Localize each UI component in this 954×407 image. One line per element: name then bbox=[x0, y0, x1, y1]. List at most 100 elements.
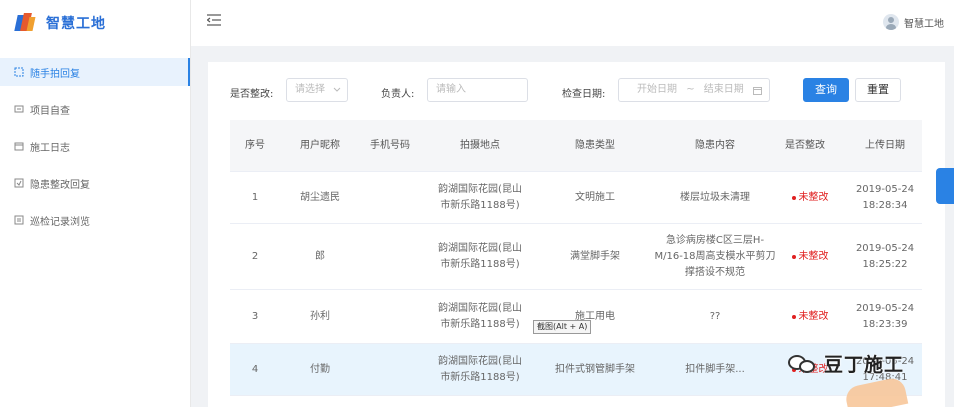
phone bbox=[370, 224, 410, 289]
chevron-down-icon bbox=[333, 87, 341, 92]
hazard-content: 楼层垃圾未清理 bbox=[680, 191, 750, 203]
location: 韵湖国际花园(昆山市新乐路1188号) bbox=[438, 183, 522, 211]
menu-fold-icon[interactable] bbox=[207, 14, 221, 26]
watermark-text: 豆丁施工 bbox=[824, 354, 905, 376]
date-range-picker[interactable]: 开始日期 ~ 结束日期 bbox=[618, 78, 770, 102]
search-button[interactable]: 查询 bbox=[803, 78, 849, 102]
photo-icon bbox=[14, 67, 24, 77]
date-end-placeholder: 结束日期 bbox=[703, 84, 744, 95]
phone bbox=[370, 290, 410, 343]
upload-date-day: 2019-05-24 bbox=[855, 302, 915, 314]
location: 韵湖国际花园(昆山市新乐路1188号) bbox=[438, 242, 522, 270]
avatar bbox=[883, 14, 899, 30]
status-dot-icon bbox=[791, 254, 796, 259]
column-header: 隐患类型 bbox=[575, 139, 615, 151]
hazard-type: 扣件式钢管脚手架 bbox=[555, 363, 635, 375]
hazard-type: 文明施工 bbox=[575, 191, 615, 203]
watermark: 豆丁施工 bbox=[788, 350, 904, 377]
inspect-icon bbox=[14, 105, 24, 113]
upload-date-time: 18:28:34 bbox=[862, 199, 908, 211]
hazard-content: 扣件脚手架... bbox=[685, 363, 745, 375]
sidebar-item-label: 巡检记录浏览 bbox=[30, 216, 90, 228]
upload-date: 2019-05-24 18:28:34 bbox=[845, 172, 925, 223]
column-header: 隐患内容 bbox=[695, 139, 735, 151]
column-header: 用户昵称 bbox=[300, 139, 340, 151]
upload-date: 2019-05-24 18:23:39 bbox=[845, 290, 925, 343]
sidebar-item-photo-reply[interactable]: 随手拍回复 bbox=[0, 58, 190, 86]
row-number: 4 bbox=[251, 363, 259, 375]
rectified-select-placeholder: 请选择 bbox=[295, 84, 325, 95]
date-filter-label: 检查日期: bbox=[562, 89, 606, 100]
column-header: 上传日期 bbox=[865, 139, 905, 151]
nickname: 孙利 bbox=[310, 310, 330, 322]
column-header: 手机号码 bbox=[370, 139, 410, 151]
sidebar-item-label: 项目自查 bbox=[30, 105, 70, 117]
status-text: 未整改 bbox=[798, 191, 829, 203]
column-header: 拍摄地点 bbox=[460, 139, 500, 151]
sidebar-item-patrol-records[interactable]: 巡检记录浏览 bbox=[0, 206, 190, 234]
sidebar-item-label: 随手拍回复 bbox=[30, 68, 80, 80]
hazard-type: 满堂脚手架 bbox=[570, 250, 620, 262]
nickname: 郎 bbox=[315, 250, 325, 262]
screenshot-tooltip: 截图(Alt + A) bbox=[533, 320, 592, 334]
user-menu[interactable]: 智慧工地 bbox=[883, 14, 944, 30]
calendar-icon bbox=[753, 87, 762, 95]
reset-button[interactable]: 重置 bbox=[855, 78, 901, 102]
upload-date-time: 18:23:39 bbox=[862, 318, 908, 330]
phone bbox=[370, 344, 410, 395]
column-header: 序号 bbox=[245, 139, 265, 151]
phone bbox=[370, 172, 410, 223]
location: 韵湖国际花园(昆山市新乐路1188号) bbox=[438, 355, 522, 383]
row-number: 1 bbox=[251, 191, 259, 203]
hazard-type: 施工用电 bbox=[575, 310, 615, 322]
upload-date-day: 2019-05-24 bbox=[855, 183, 915, 195]
row-number: 3 bbox=[251, 310, 259, 322]
status-badge: 未整改 bbox=[785, 290, 835, 343]
rectified-select[interactable]: 请选择 bbox=[286, 78, 348, 102]
sidebar-item-hazard-rectify[interactable]: 隐患整改回复 bbox=[0, 169, 190, 197]
rectified-filter-label: 是否整改: bbox=[230, 89, 274, 100]
upload-date-day: 2019-05-24 bbox=[855, 242, 915, 254]
calendar-icon bbox=[14, 142, 24, 151]
owner-filter-label: 负责人: bbox=[381, 89, 415, 100]
table-row[interactable]: 3 孙利 韵湖国际花园(昆山市新乐路1188号) 施工用电 ?? 未整改 201… bbox=[230, 290, 922, 344]
rectify-icon bbox=[14, 178, 24, 188]
logo-icon bbox=[14, 13, 36, 33]
user-name: 智慧工地 bbox=[904, 18, 944, 30]
sidebar: 智慧工地 随手拍回复 项目自查 施工日志 隐患整改回复 巡检记录浏览 bbox=[0, 0, 191, 407]
app-title: 智慧工地 bbox=[46, 16, 106, 32]
sidebar-item-construction-log[interactable]: 施工日志 bbox=[0, 132, 190, 160]
filter-bar: 是否整改: 请选择 负责人: 请输入 检查日期: 开始日期 ~ 结束日期 查询 … bbox=[208, 62, 945, 118]
row-number: 2 bbox=[251, 250, 259, 262]
location: 韵湖国际花园(昆山市新乐路1188号) bbox=[438, 302, 522, 330]
date-separator: ~ bbox=[686, 84, 695, 95]
status-dot-icon bbox=[791, 314, 796, 319]
upload-date: 2019-05-24 18:25:22 bbox=[845, 224, 925, 289]
owner-input-placeholder: 请输入 bbox=[436, 84, 466, 95]
top-header: 智慧工地 bbox=[191, 0, 954, 46]
table-header: 序号 用户昵称 手机号码 拍摄地点 隐患类型 隐患内容 是否整改 上传日期 bbox=[230, 120, 922, 172]
sidebar-item-label: 施工日志 bbox=[30, 142, 70, 154]
wechat-icon bbox=[788, 353, 818, 375]
record-icon bbox=[14, 215, 24, 225]
sidebar-item-project-check[interactable]: 项目自查 bbox=[0, 95, 190, 123]
status-text: 未整改 bbox=[798, 250, 829, 262]
sidebar-item-label: 隐患整改回复 bbox=[30, 179, 90, 191]
side-drawer-tab[interactable] bbox=[936, 168, 954, 204]
nickname: 胡尘遗民 bbox=[300, 191, 340, 203]
column-header: 是否整改 bbox=[785, 139, 825, 151]
status-text: 未整改 bbox=[798, 310, 829, 322]
upload-date-time: 18:25:22 bbox=[862, 258, 908, 270]
owner-input[interactable]: 请输入 bbox=[427, 78, 528, 102]
hazard-content: ?? bbox=[709, 310, 721, 322]
nickname: 付勤 bbox=[310, 363, 330, 375]
app-logo[interactable]: 智慧工地 bbox=[0, 0, 190, 46]
status-badge: 未整改 bbox=[785, 224, 835, 289]
date-start-placeholder: 开始日期 bbox=[637, 84, 677, 95]
hazard-content: 急诊病房楼C区三层H-M/16-18周高支模水平剪刀撑搭设不规范 bbox=[654, 234, 776, 278]
table-row[interactable]: 2 郎 韵湖国际花园(昆山市新乐路1188号) 满堂脚手架 急诊病房楼C区三层H… bbox=[230, 224, 922, 290]
sidebar-menu: 随手拍回复 项目自查 施工日志 隐患整改回复 巡检记录浏览 bbox=[0, 58, 190, 234]
table-row[interactable]: 1 胡尘遗民 韵湖国际花园(昆山市新乐路1188号) 文明施工 楼层垃圾未清理 … bbox=[230, 172, 922, 224]
status-badge: 未整改 bbox=[785, 172, 835, 223]
status-dot-icon bbox=[791, 195, 796, 200]
